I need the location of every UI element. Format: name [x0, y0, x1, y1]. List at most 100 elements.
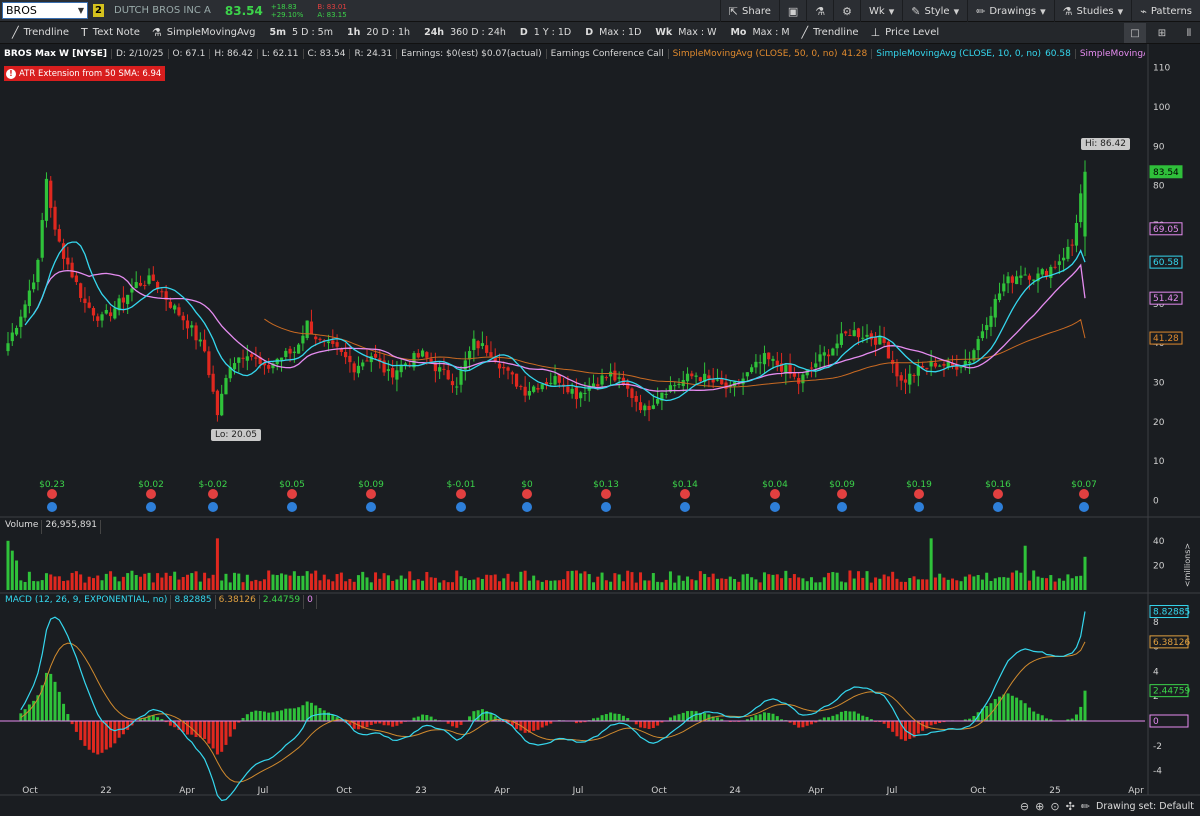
macd-line — [20, 611, 1086, 802]
volume-bar — [203, 572, 207, 590]
volume-bar — [1015, 570, 1019, 590]
volume-bar — [959, 581, 963, 590]
volume-bar — [211, 574, 215, 590]
volume-bar — [703, 573, 707, 590]
volume-bar — [66, 580, 70, 590]
macd-histogram-bar — [1027, 707, 1031, 721]
candle-body — [485, 345, 489, 353]
price-tick-label: 20 — [1153, 418, 1165, 428]
macd-histogram-bar — [207, 721, 211, 744]
macd-histogram-bar — [288, 708, 292, 721]
candle-body — [510, 372, 514, 375]
macd-histogram-bar — [908, 721, 912, 739]
volume-bar — [168, 575, 172, 590]
volume-bar — [1002, 577, 1006, 590]
candle-body — [861, 337, 865, 339]
macd-histogram-bar — [468, 716, 472, 721]
macd-histogram-bar — [224, 721, 228, 745]
candle-body — [1053, 266, 1057, 268]
macd-histogram-bar — [254, 710, 258, 721]
volume-bar — [711, 573, 715, 590]
volume-tick-label: 20 — [1153, 561, 1165, 571]
volume-bar — [780, 578, 784, 590]
atr-alert: ! ATR Extension from 50 SMA: 6.94 — [4, 66, 166, 81]
earnings-label: $0.07 — [1071, 480, 1097, 490]
candle-body — [942, 364, 946, 366]
candle-body — [309, 321, 314, 335]
earnings-label: $0.02 — [138, 480, 164, 490]
volume-bar — [164, 572, 168, 590]
earnings-call-icon — [680, 489, 690, 499]
volume-bar — [1062, 580, 1066, 590]
volume-bar — [784, 570, 788, 590]
earnings-label: $0.14 — [672, 480, 698, 490]
macd-histogram-bar — [233, 721, 237, 730]
price-tick-label: 100 — [1153, 103, 1170, 113]
zoom-out-icon[interactable]: ⊖ — [1020, 800, 1029, 813]
candle-body — [1062, 257, 1066, 261]
volume-bar — [23, 581, 27, 590]
candle-body — [472, 338, 476, 350]
x-axis-label: Oct — [336, 786, 352, 796]
volume-bar — [792, 574, 796, 590]
candle-body — [416, 353, 420, 358]
x-axis-label: Apr — [494, 786, 510, 796]
volume-bar — [233, 572, 237, 590]
candle-body — [220, 393, 224, 416]
volume-bar — [220, 580, 224, 590]
candle-body — [566, 386, 570, 393]
drawing-set-control[interactable]: ⊖ ⊕ ⊙ ✣ ✏ Drawing set: Default — [1020, 800, 1194, 813]
x-axis-label: Apr — [1128, 786, 1144, 796]
candle-body — [711, 379, 715, 383]
macd-histogram-bar — [309, 702, 313, 721]
volume-bar — [403, 578, 407, 590]
pencil-icon[interactable]: ✏ — [1081, 800, 1090, 813]
volume-bar — [70, 572, 74, 590]
volume-bar — [314, 570, 318, 590]
volume-bar — [87, 576, 91, 590]
macd-histogram-bar — [156, 717, 160, 721]
candle-body — [750, 367, 754, 372]
macd-histogram-bar — [1002, 694, 1006, 721]
macd-histogram-bar — [545, 721, 548, 726]
candle-body — [839, 333, 843, 345]
volume-bar — [532, 575, 536, 590]
candle-body — [215, 390, 220, 416]
candle-body — [79, 283, 83, 298]
pan-icon[interactable]: ✣ — [1066, 800, 1075, 813]
volume-bar — [733, 579, 737, 590]
candle-body — [23, 304, 27, 318]
candle-body — [331, 340, 335, 344]
volume-bar — [446, 582, 450, 590]
candle-body — [596, 384, 600, 387]
earnings-icon — [47, 502, 57, 512]
x-axis-label: Jul — [572, 786, 584, 796]
volume-bar — [480, 578, 484, 590]
price-chart[interactable]: 11010090807060504030201004020<millions>8… — [0, 0, 1200, 816]
volume-bar — [497, 581, 501, 590]
macd-title: MACD (12, 26, 9, EXPONENTIAL, no) — [2, 595, 172, 609]
zoom-in-icon[interactable]: ⊕ — [1035, 800, 1044, 813]
volume-unit-label: <millions> — [1183, 543, 1192, 587]
macd-histogram-bar — [168, 721, 172, 726]
candle-body — [463, 360, 467, 370]
candle-body — [630, 388, 634, 398]
volume-bar — [36, 581, 40, 590]
volume-bar — [946, 579, 950, 590]
volume-bar — [523, 570, 527, 590]
zoom-fit-icon[interactable]: ⊙ — [1050, 800, 1059, 813]
candle-body — [617, 377, 621, 379]
macd-histogram-bar — [754, 715, 758, 721]
candle-body — [912, 375, 916, 377]
volume-bar — [673, 582, 677, 590]
volume-bar — [1027, 580, 1031, 590]
macd-badge-label: 8.82885 — [1153, 608, 1190, 618]
candle-body — [514, 373, 519, 387]
volume-bar — [656, 581, 660, 590]
macd-histogram-bar — [109, 721, 113, 748]
candle-body — [925, 367, 929, 369]
candle-body — [442, 368, 446, 370]
candle-body — [224, 378, 228, 395]
candle-body — [185, 320, 190, 329]
volume-bar — [818, 582, 822, 590]
